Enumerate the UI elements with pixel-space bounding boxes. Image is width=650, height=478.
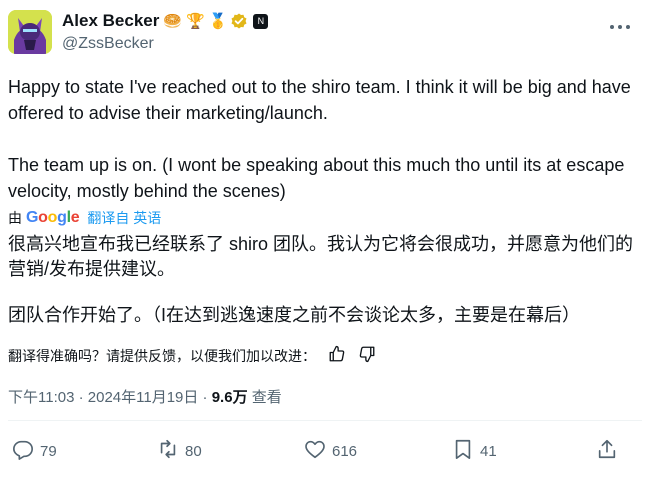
affiliate-badge-icon[interactable]: N	[253, 13, 269, 29]
repost-button[interactable]: 80	[157, 438, 202, 464]
tweet-meta: 下午11:03 · 2024年11月19日 · 9.6万 查看	[8, 386, 282, 407]
action-bar: 79 80 616 41	[12, 438, 622, 462]
translation-feedback: 翻译得准确吗？请提供反馈，以便我们加以改进：	[8, 345, 376, 366]
avatar[interactable]	[8, 10, 52, 54]
divider	[8, 420, 642, 421]
bagel-emoji: 🥯	[163, 12, 183, 30]
like-count: 616	[332, 442, 358, 460]
feedback-question: 翻译得准确吗？请提供反馈，以便我们加以改进：	[8, 347, 316, 364]
repost-icon	[157, 438, 179, 464]
translated-paragraph: 很高兴地宣布我已经联系了 shiro 团队。我认为它将会很成功，并愿意为他们的营…	[8, 234, 634, 279]
author-name[interactable]: Alex Becker	[62, 11, 159, 31]
reply-button[interactable]: 79	[12, 438, 57, 464]
thumbs-down-icon[interactable]	[358, 345, 376, 366]
translated-text: 很高兴地宣布我已经联系了 shiro 团队。我认为它将会很成功，并愿意为他们的营…	[8, 232, 638, 328]
google-logo: Google	[26, 209, 80, 226]
share-button[interactable]	[596, 438, 618, 464]
translated-paragraph: 团队合作开始了。（I在达到逃逸速度之前不会谈论太多，主要是在幕后）	[8, 305, 580, 325]
medal-emoji: 🥇	[208, 12, 228, 30]
tweet-paragraph: The team up is on. (I wont be speaking a…	[8, 155, 625, 201]
translated-from-english-link[interactable]: 翻译自 英语	[87, 208, 161, 228]
tweet-text: Happy to state I've reached out to the s…	[8, 74, 638, 204]
reply-count: 79	[40, 442, 57, 460]
timestamp[interactable]: 下午11:03 · 2024年11月19日 ·	[8, 389, 212, 406]
more-options-icon[interactable]	[608, 18, 632, 29]
views-label: 查看	[247, 389, 282, 406]
repost-count: 80	[185, 442, 202, 460]
heart-icon	[304, 438, 326, 464]
view-count: 9.6万	[211, 389, 248, 406]
tweet-paragraph: Happy to state I've reached out to the s…	[8, 77, 631, 123]
bookmark-count: 41	[480, 442, 497, 460]
bookmark-icon	[452, 438, 474, 464]
verified-badge-icon[interactable]	[231, 13, 247, 29]
thumbs-up-icon[interactable]	[328, 345, 346, 366]
share-icon	[596, 438, 618, 464]
author-handle[interactable]: @ZssBecker	[62, 35, 154, 53]
trophy-emoji: 🏆	[186, 12, 205, 30]
bookmark-button[interactable]: 41	[452, 438, 497, 464]
like-button[interactable]: 616	[304, 438, 357, 464]
reply-icon	[12, 438, 34, 464]
translated-by-label: 由	[8, 210, 22, 226]
author-name-row: Alex Becker 🥯 🏆 🥇 N	[62, 10, 269, 32]
translation-attribution: 由 Google 翻译自 英语	[8, 208, 161, 228]
